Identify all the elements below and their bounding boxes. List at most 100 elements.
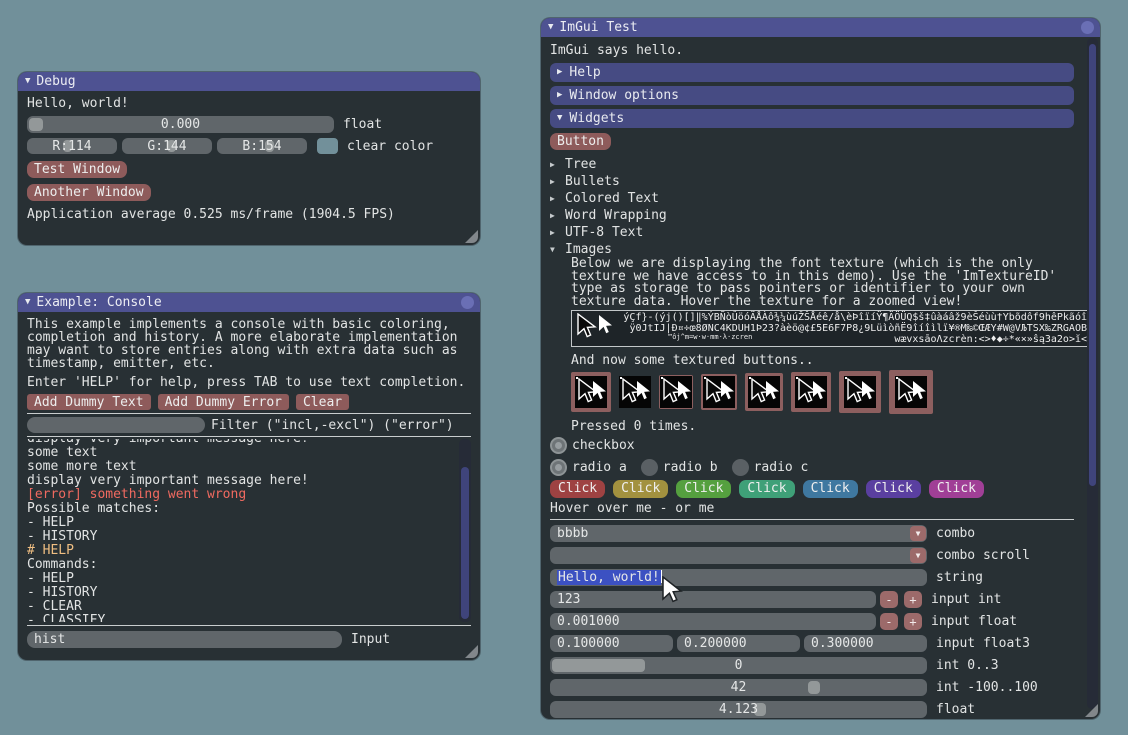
scrollbar-thumb[interactable]	[461, 467, 469, 619]
radio-b[interactable]	[641, 459, 658, 476]
collapsed-arrow-icon: ▶	[550, 212, 560, 220]
resize-grip[interactable]	[465, 645, 478, 658]
slider-int200-row: 42 int -100..100	[550, 679, 1074, 696]
combo-scroll-box[interactable]: ▼	[550, 547, 927, 564]
tree-node-label: Images	[565, 242, 612, 257]
click-button-purple[interactable]: Click	[866, 480, 921, 498]
collapse-arrow-icon[interactable]: ▼	[548, 23, 553, 32]
add-dummy-error-button[interactable]: Add Dummy Error	[158, 394, 289, 410]
scrollbar-track[interactable]	[1087, 38, 1098, 709]
radio-c[interactable]	[732, 459, 749, 476]
collapse-arrow-icon[interactable]: ▼	[25, 77, 30, 86]
input-int-field[interactable]: 123	[550, 591, 876, 608]
checkbox-row: checkbox	[550, 437, 1074, 454]
collapsed-arrow-icon: ▶	[550, 161, 560, 169]
blue-value: B:154	[217, 139, 307, 154]
image-button[interactable]	[659, 375, 693, 409]
combo-scroll-label: combo scroll	[936, 548, 1030, 563]
decrement-button[interactable]: -	[880, 591, 898, 608]
console-log-region[interactable]: display very important message here! som…	[27, 439, 471, 622]
collapse-arrow-icon[interactable]: ▼	[25, 298, 30, 307]
slider-float[interactable]: 4.123	[550, 701, 927, 718]
input-float3-field-x[interactable]: 0.100000	[550, 635, 673, 652]
string-input-value: Hello, world!	[557, 570, 661, 585]
checkbox[interactable]	[550, 437, 567, 454]
imgui-titlebar[interactable]: ▼ ImGui Test	[541, 18, 1100, 37]
click-button-blue[interactable]: Click	[803, 480, 858, 498]
tree-node-utf8-text[interactable]: ▶ UTF-8 Text	[550, 224, 1074, 241]
log-line: - CLASSIFY	[27, 614, 455, 622]
scrollbar-thumb[interactable]	[1089, 44, 1096, 486]
click-button-magenta[interactable]: Click	[929, 480, 984, 498]
clear-color-swatch[interactable]	[317, 138, 338, 154]
increment-button[interactable]: +	[904, 591, 922, 608]
decrement-button[interactable]: -	[880, 613, 898, 630]
header-widgets[interactable]: ▼ Widgets	[550, 109, 1074, 128]
input-float3-field-z[interactable]: 0.300000	[804, 635, 927, 652]
font-texture-image[interactable]: ýÇf}-(ýj()[]‖%ÝBÑòÛöóÄÅÀô¾¼ùúŽŠÅéê/å\èÞî…	[571, 310, 1090, 347]
close-icon[interactable]	[461, 296, 474, 309]
green-value: G:144	[122, 139, 212, 154]
another-window-button[interactable]: Another Window	[27, 184, 151, 201]
blue-slider[interactable]: B:154	[217, 138, 307, 154]
close-icon[interactable]	[1081, 21, 1094, 34]
input-float-field[interactable]: 0.001000	[550, 613, 876, 630]
image-button[interactable]	[701, 374, 737, 410]
string-input-row: Hello, world! string	[550, 569, 1074, 586]
float-slider[interactable]: 0.000	[27, 116, 334, 133]
tree-node-bullets[interactable]: ▶ Bullets	[550, 173, 1074, 190]
click-button-green[interactable]: Click	[676, 480, 731, 498]
click-button-yellow[interactable]: Click	[613, 480, 668, 498]
collapsed-arrow-icon: ▶	[550, 195, 560, 203]
console-intro-line: timestamp, emitter, etc.	[27, 357, 471, 370]
tree-node-label: UTF-8 Text	[565, 225, 643, 240]
click-button-red[interactable]: Click	[550, 480, 605, 498]
button-widget[interactable]: Button	[550, 133, 611, 150]
image-button[interactable]	[889, 370, 933, 414]
input-float3-row: 0.100000 0.200000 0.300000 input float3	[550, 635, 1074, 652]
header-window-options[interactable]: ▶ Window options	[550, 86, 1074, 105]
hello-world-text: Hello, world!	[27, 97, 472, 110]
tree-node-tree[interactable]: ▶ Tree	[550, 156, 1074, 173]
filter-input[interactable]	[27, 417, 205, 433]
header-help[interactable]: ▶ Help	[550, 63, 1074, 82]
separator	[27, 625, 471, 626]
combo-box[interactable]: bbbb ▼	[550, 525, 927, 542]
combo-arrow-button[interactable]: ▼	[910, 526, 926, 541]
combo-arrow-button[interactable]: ▼	[910, 548, 926, 563]
console-input[interactable]: hist	[27, 631, 342, 648]
red-slider[interactable]: R:114	[27, 138, 117, 154]
test-window-button[interactable]: Test Window	[27, 161, 127, 178]
image-button[interactable]	[571, 372, 611, 412]
clear-button[interactable]: Clear	[296, 394, 349, 410]
resize-grip[interactable]	[465, 230, 478, 243]
tree-node-word-wrapping[interactable]: ▶ Word Wrapping	[550, 207, 1074, 224]
radio-a[interactable]	[550, 459, 567, 476]
click-button-teal[interactable]: Click	[739, 480, 794, 498]
image-button[interactable]	[839, 371, 881, 413]
debug-titlebar[interactable]: ▼ Debug	[18, 72, 480, 91]
scrollbar-track[interactable]	[459, 439, 471, 622]
image-button[interactable]	[791, 372, 831, 412]
input-int-row: 123 - + input int	[550, 591, 1074, 608]
console-titlebar[interactable]: ▼ Example: Console	[18, 293, 480, 312]
cursor-texture-icon	[619, 376, 651, 408]
image-button[interactable]	[745, 373, 783, 411]
add-dummy-text-button[interactable]: Add Dummy Text	[27, 394, 151, 410]
radio-b-label: radio b	[663, 460, 718, 475]
input-float3-field-y[interactable]: 0.200000	[677, 635, 800, 652]
resize-grip[interactable]	[1085, 704, 1098, 717]
log-line: Commands:	[27, 558, 455, 572]
cursor-texture-icon	[844, 376, 876, 408]
slider-int4[interactable]: 0	[550, 657, 927, 674]
tree-node-label: Colored Text	[565, 191, 659, 206]
tree-node-colored-text[interactable]: ▶ Colored Text	[550, 190, 1074, 207]
image-button[interactable]	[619, 376, 651, 408]
cursor-texture-icon	[660, 376, 692, 408]
hover-text[interactable]: Hover over me - or me	[550, 502, 1074, 515]
slider-int200[interactable]: 42	[550, 679, 927, 696]
green-slider[interactable]: G:144	[122, 138, 212, 154]
collapsed-arrow-icon: ▶	[557, 68, 562, 77]
string-input[interactable]: Hello, world!	[550, 569, 927, 586]
increment-button[interactable]: +	[904, 613, 922, 630]
